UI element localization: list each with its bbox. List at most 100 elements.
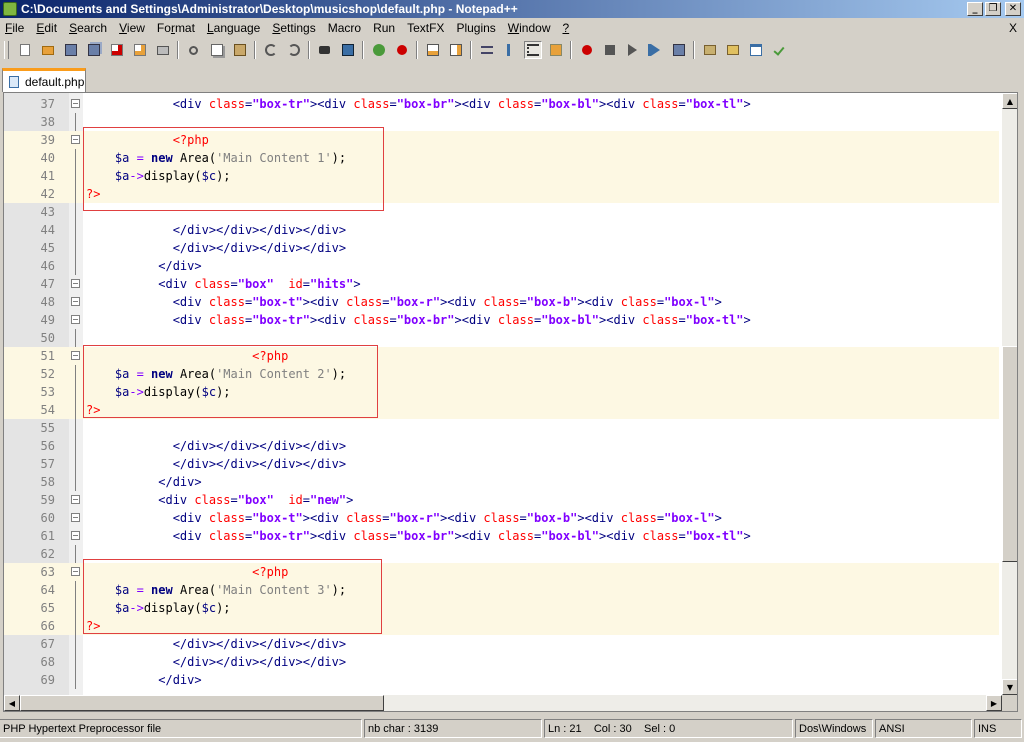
menu-edit[interactable]: Edit (30, 21, 63, 35)
close-button[interactable] (108, 41, 126, 59)
copy-button[interactable] (208, 41, 226, 59)
user-lang-button[interactable] (547, 41, 565, 59)
scroll-left-button[interactable]: ◀ (4, 695, 20, 711)
code-lines[interactable]: 37 <div class="box-tr"><div class="box-b… (4, 95, 999, 689)
code-line[interactable]: 67 </div></div></div></div> (4, 635, 999, 653)
save-button[interactable] (62, 41, 80, 59)
menu-window[interactable]: Window (502, 21, 557, 35)
scroll-right-button[interactable]: ▶ (986, 695, 1002, 711)
save-all-button[interactable] (85, 41, 103, 59)
tab-default-php[interactable]: default.php (2, 68, 86, 92)
menu-view[interactable]: View (113, 21, 151, 35)
sync-horizontal-button[interactable] (447, 41, 465, 59)
fold-toggle-icon[interactable] (71, 567, 80, 576)
menu-search[interactable]: Search (63, 21, 113, 35)
show-all-chars-button[interactable] (501, 41, 519, 59)
horizontal-scroll-thumb[interactable] (20, 695, 384, 711)
close-all-button[interactable] (131, 41, 149, 59)
menu-run[interactable]: Run (367, 21, 401, 35)
menu-macro[interactable]: Macro (322, 21, 367, 35)
code-line[interactable]: 43 (4, 203, 999, 221)
code-line[interactable]: 45 </div></div></div></div> (4, 239, 999, 257)
fold-toggle-icon[interactable] (71, 297, 80, 306)
paste-button[interactable] (231, 41, 249, 59)
menu-help[interactable]: ? (556, 21, 575, 35)
new-file-button[interactable] (16, 41, 34, 59)
editor[interactable]: 37 <div class="box-tr"><div class="box-b… (3, 92, 1018, 712)
menu-settings[interactable]: Settings (266, 21, 321, 35)
code-line[interactable]: 61 <div class="box-tr"><div class="box-b… (4, 527, 999, 545)
fold-toggle-icon[interactable] (71, 351, 80, 360)
code-line[interactable]: 65 $a->display($c); (4, 599, 999, 617)
menu-file[interactable]: File (0, 21, 30, 35)
code-line[interactable]: 37 <div class="box-tr"><div class="box-b… (4, 95, 999, 113)
code-line[interactable]: 64 $a = new Area('Main Content 3'); (4, 581, 999, 599)
fold-toggle-icon[interactable] (71, 99, 80, 108)
playback-button[interactable] (624, 41, 642, 59)
window-button[interactable] (747, 41, 765, 59)
record-macro-button[interactable] (578, 41, 596, 59)
code-line[interactable]: 69 </div> (4, 671, 999, 689)
find-button[interactable] (316, 41, 334, 59)
code-line[interactable]: 53 $a->display($c); (4, 383, 999, 401)
sync-vertical-button[interactable] (424, 41, 442, 59)
code-line[interactable]: 55 (4, 419, 999, 437)
folder-open-button[interactable] (724, 41, 742, 59)
undo-button[interactable] (262, 41, 280, 59)
vertical-scroll-thumb[interactable] (1002, 346, 1017, 562)
menu-language[interactable]: Language (201, 21, 266, 35)
code-line[interactable]: 58 </div> (4, 473, 999, 491)
toolbar-grip[interactable] (4, 41, 9, 59)
code-line[interactable]: 62 (4, 545, 999, 563)
fold-toggle-icon[interactable] (71, 495, 80, 504)
code-line[interactable]: 51 <?php (4, 347, 999, 365)
code-line[interactable]: 54 ?> (4, 401, 999, 419)
code-line[interactable]: 40 $a = new Area('Main Content 1'); (4, 149, 999, 167)
code-line[interactable]: 57 </div></div></div></div> (4, 455, 999, 473)
code-line[interactable]: 66 ?> (4, 617, 999, 635)
zoom-in-button[interactable] (370, 41, 388, 59)
code-line[interactable]: 42 ?> (4, 185, 999, 203)
menu-format[interactable]: Format (151, 21, 201, 35)
zoom-out-button[interactable] (393, 41, 411, 59)
save-macro-button[interactable] (670, 41, 688, 59)
scroll-down-button[interactable]: ▼ (1002, 679, 1017, 695)
fold-toggle-icon[interactable] (71, 315, 80, 324)
vertical-scrollbar[interactable]: ▲ ▼ (1002, 93, 1017, 695)
stop-record-button[interactable] (601, 41, 619, 59)
replace-button[interactable] (339, 41, 357, 59)
redo-button[interactable] (285, 41, 303, 59)
fold-toggle-icon[interactable] (71, 135, 80, 144)
code-line[interactable]: 59 <div class="box" id="new"> (4, 491, 999, 509)
code-line[interactable]: 41 $a->display($c); (4, 167, 999, 185)
code-line[interactable]: 49 <div class="box-tr"><div class="box-b… (4, 311, 999, 329)
code-line[interactable]: 39 <?php (4, 131, 999, 149)
restore-button[interactable]: ❐ (985, 2, 1001, 16)
code-line[interactable]: 63 <?php (4, 563, 999, 581)
close-document-button[interactable]: X (1009, 21, 1017, 35)
code-line[interactable]: 52 $a = new Area('Main Content 2'); (4, 365, 999, 383)
spell-check-button[interactable] (770, 41, 788, 59)
code-line[interactable]: 38 (4, 113, 999, 131)
indent-guide-button[interactable] (523, 41, 542, 59)
fold-toggle-icon[interactable] (71, 279, 80, 288)
open-file-button[interactable] (39, 41, 57, 59)
folder-button[interactable] (701, 41, 719, 59)
run-macro-multiple-button[interactable] (647, 41, 665, 59)
title-bar[interactable]: C:\Documents and Settings\Administrator\… (0, 0, 1024, 18)
menu-textfx[interactable]: TextFX (401, 21, 450, 35)
minimize-button[interactable]: _ (967, 2, 983, 16)
scroll-up-button[interactable]: ▲ (1002, 93, 1017, 109)
code-line[interactable]: 46 </div> (4, 257, 999, 275)
code-line[interactable]: 60 <div class="box-t"><div class="box-r"… (4, 509, 999, 527)
close-window-button[interactable]: ✕ (1005, 2, 1021, 16)
cut-button[interactable] (185, 41, 203, 59)
code-line[interactable]: 68 </div></div></div></div> (4, 653, 999, 671)
word-wrap-button[interactable] (478, 41, 496, 59)
code-line[interactable]: 48 <div class="box-t"><div class="box-r"… (4, 293, 999, 311)
code-line[interactable]: 47 <div class="box" id="hits"> (4, 275, 999, 293)
code-line[interactable]: 50 (4, 329, 999, 347)
code-line[interactable]: 56 </div></div></div></div> (4, 437, 999, 455)
horizontal-scrollbar[interactable]: ◀ ▶ (4, 695, 1002, 711)
code-line[interactable]: 44 </div></div></div></div> (4, 221, 999, 239)
